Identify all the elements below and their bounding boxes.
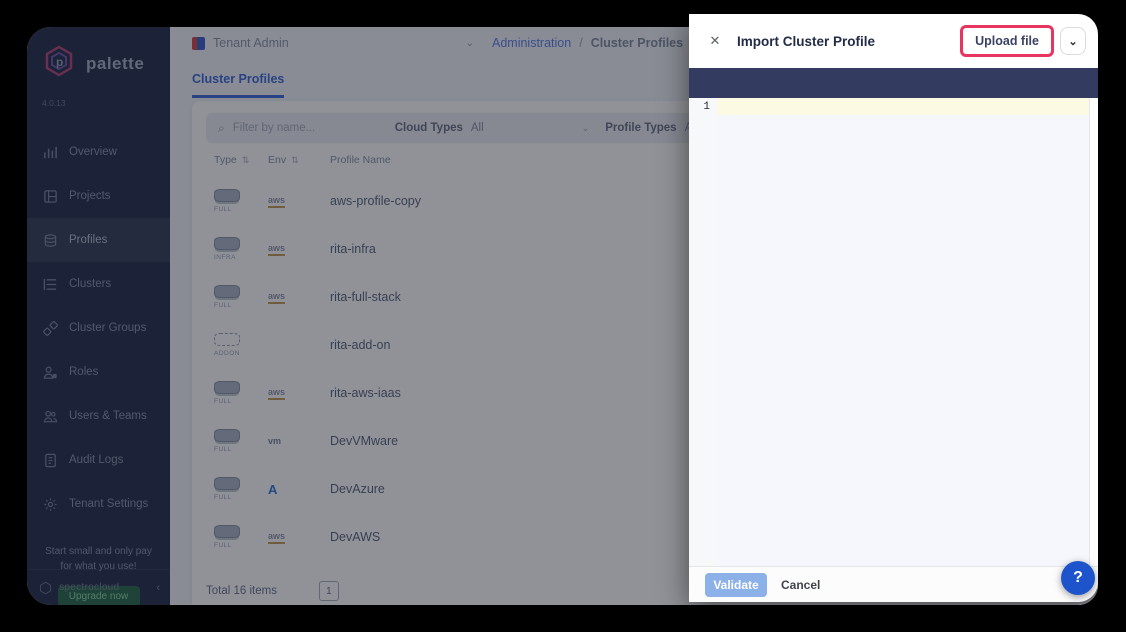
upload-file-button[interactable]: Upload file (975, 34, 1039, 48)
drawer-header-actions: Upload file ⌄ (960, 25, 1086, 57)
editor-line-number: 1 (689, 98, 717, 566)
editor-toolbar (689, 68, 1098, 98)
drawer-title: Import Cluster Profile (737, 34, 875, 49)
question-mark-icon: ? (1073, 569, 1083, 587)
close-icon[interactable]: ✕ (705, 31, 725, 51)
drawer-header: ✕ Import Cluster Profile Upload file ⌄ (689, 14, 1098, 68)
drawer-footer: Validate Cancel (689, 566, 1098, 602)
collapse-drawer-button[interactable]: ⌄ (1060, 27, 1086, 55)
screenshot-canvas: p palette 4.0.13 Overview Projects (0, 0, 1126, 632)
cancel-button[interactable]: Cancel (781, 578, 820, 592)
editor-active-line (717, 98, 1089, 115)
upload-file-annotation-box: Upload file (960, 25, 1054, 57)
yaml-editor[interactable]: 1 (689, 98, 1098, 566)
import-cluster-profile-drawer: ✕ Import Cluster Profile Upload file ⌄ 1… (689, 14, 1098, 602)
editor-code-area[interactable] (717, 98, 1098, 566)
help-button[interactable]: ? (1061, 561, 1095, 595)
validate-button[interactable]: Validate (705, 573, 767, 597)
editor-scrollbar[interactable] (1089, 98, 1098, 566)
chevron-down-icon: ⌄ (1068, 35, 1077, 48)
